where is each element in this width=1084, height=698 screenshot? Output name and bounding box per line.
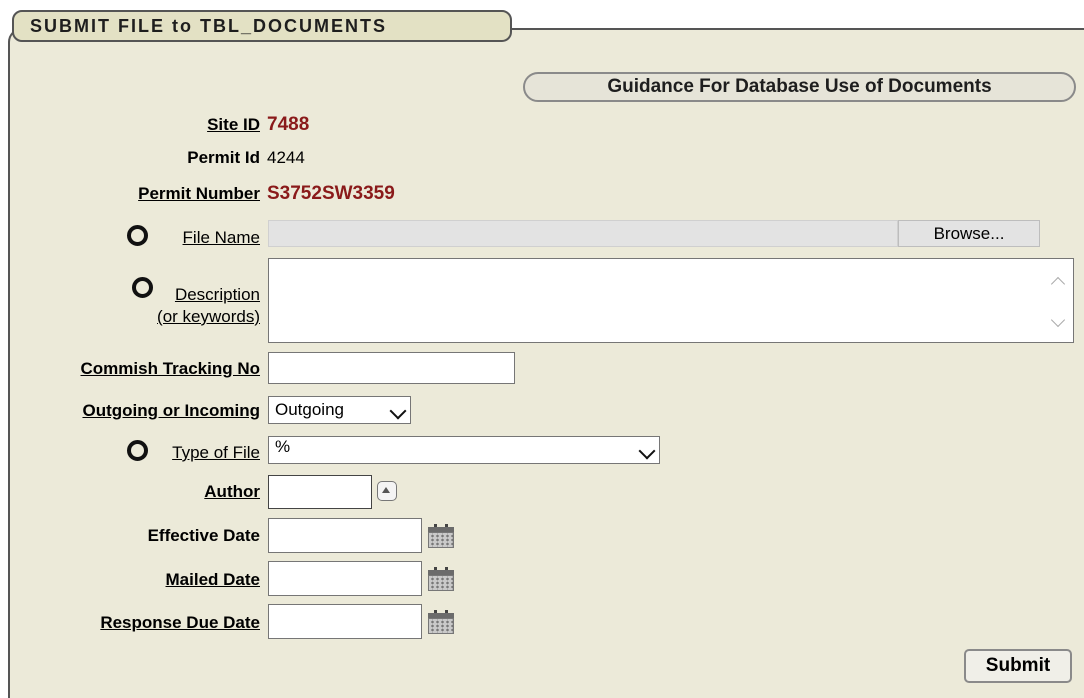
author-input[interactable]: [268, 475, 372, 509]
type-of-file-label[interactable]: Type of File: [172, 443, 260, 463]
chevron-down-icon: [638, 442, 656, 460]
description-label[interactable]: Description: [175, 285, 260, 305]
description-sublabel[interactable]: (or keywords): [157, 307, 260, 327]
site-id-label[interactable]: Site ID: [207, 115, 260, 135]
description-textarea[interactable]: [268, 258, 1074, 343]
permit-number-label[interactable]: Permit Number: [138, 184, 260, 204]
commish-tracking-label[interactable]: Commish Tracking No: [81, 359, 260, 379]
author-label[interactable]: Author: [204, 482, 260, 502]
type-of-file-select[interactable]: %: [268, 436, 660, 464]
mailed-date-input[interactable]: [268, 561, 422, 596]
file-name-label[interactable]: File Name: [183, 228, 260, 248]
mailed-date-label[interactable]: Mailed Date: [166, 570, 260, 590]
type-of-file-value: %: [275, 437, 291, 456]
permit-id-value: 4244: [267, 148, 305, 167]
effective-date-label: Effective Date: [147, 526, 260, 545]
page-title: SUBMIT FILE to TBL_DOCUMENTS: [12, 10, 512, 42]
lookup-arrow-icon[interactable]: [377, 481, 397, 501]
calendar-icon[interactable]: [428, 524, 454, 548]
browse-button[interactable]: Browse...: [898, 220, 1040, 247]
permit-number-value: S3752SW3359: [267, 183, 395, 204]
site-id-value: 7488: [267, 114, 310, 135]
required-ring-icon: [127, 225, 148, 246]
effective-date-input[interactable]: [268, 518, 422, 553]
required-ring-icon: [132, 277, 153, 298]
submit-button[interactable]: Submit: [964, 649, 1072, 683]
outgoing-incoming-label[interactable]: Outgoing or Incoming: [82, 401, 260, 421]
required-ring-icon: [127, 440, 148, 461]
response-due-date-input[interactable]: [268, 604, 422, 639]
chevron-up-icon[interactable]: [1050, 276, 1066, 292]
commish-tracking-input[interactable]: [268, 352, 515, 384]
calendar-icon[interactable]: [428, 567, 454, 591]
outgoing-incoming-select[interactable]: Outgoing: [268, 396, 411, 424]
chevron-down-icon[interactable]: [1050, 312, 1066, 328]
guidance-button[interactable]: Guidance For Database Use of Documents: [523, 72, 1076, 102]
file-name-input[interactable]: [268, 220, 898, 247]
response-due-date-label[interactable]: Response Due Date: [100, 613, 260, 633]
outgoing-incoming-value: Outgoing: [275, 400, 344, 419]
calendar-icon[interactable]: [428, 610, 454, 634]
permit-id-label: Permit Id: [187, 148, 260, 167]
chevron-down-icon: [389, 402, 407, 420]
